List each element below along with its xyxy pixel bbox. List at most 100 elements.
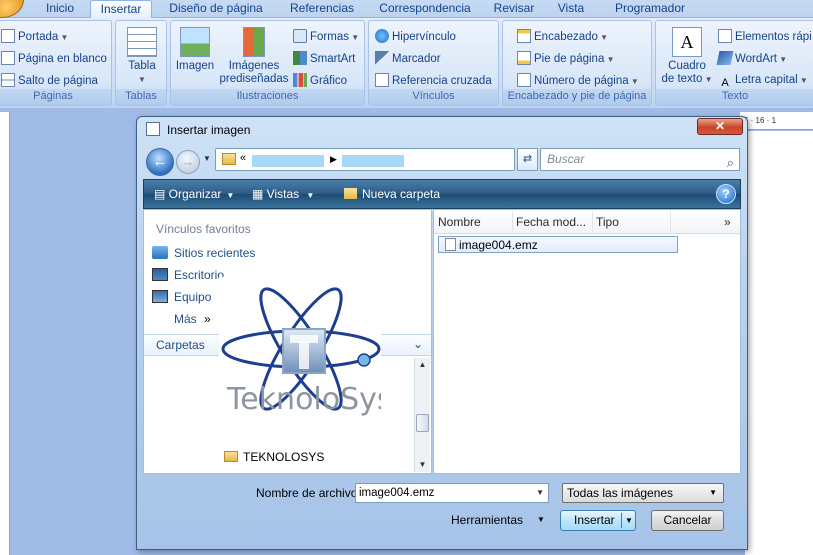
document-page[interactable] bbox=[745, 131, 813, 555]
pie-de-pagina-button[interactable]: Pie de página ▼ bbox=[517, 51, 614, 67]
office-button[interactable] bbox=[0, 0, 24, 18]
blank-page-icon bbox=[1, 51, 15, 65]
scroll-down-icon[interactable]: ▼ bbox=[415, 458, 430, 472]
group-vinculos: Hipervínculo Marcador Referencia cruzada… bbox=[368, 20, 499, 106]
encabezado-button[interactable]: Encabezado ▼ bbox=[517, 29, 608, 45]
marcador-button[interactable]: Marcador bbox=[375, 51, 441, 66]
pagina-en-blanco-button[interactable]: Página en blanco bbox=[1, 51, 107, 66]
tab-vista[interactable]: Vista bbox=[548, 0, 594, 18]
teknolosys-logo-image: TeknoloSys bbox=[219, 277, 381, 445]
forward-button[interactable]: → bbox=[176, 150, 200, 174]
hipervinculo-button[interactable]: Hipervínculo bbox=[375, 29, 456, 44]
smartart-icon bbox=[293, 51, 307, 65]
scroll-up-icon[interactable]: ▲ bbox=[415, 358, 430, 372]
organizar-label: Organizar bbox=[168, 187, 222, 201]
tab-revisar[interactable]: Revisar bbox=[488, 0, 540, 18]
column-separator[interactable] bbox=[512, 212, 513, 232]
referencia-cruzada-button[interactable]: Referencia cruzada bbox=[375, 73, 492, 88]
letra-capital-label: Letra capital bbox=[735, 74, 798, 86]
folder-tree-scrollbar[interactable]: ▲ ▼ bbox=[414, 358, 430, 472]
cuadro-de-texto-button[interactable]: A Cuadro de texto ▼ bbox=[660, 27, 714, 86]
recent-pages-dropdown[interactable]: ▼ bbox=[203, 154, 211, 163]
tab-programador[interactable]: Programador bbox=[604, 0, 696, 18]
smartart-label: SmartArt bbox=[310, 53, 356, 65]
group-ilustraciones: Imagen Imágenes prediseñadas Formas ▼ Sma… bbox=[170, 20, 365, 106]
table-icon bbox=[127, 27, 157, 57]
favorites-header: Vínculos favoritos bbox=[156, 222, 251, 236]
file-row[interactable]: image004.emz bbox=[438, 236, 678, 253]
back-button[interactable]: ← bbox=[146, 148, 174, 176]
desktop-icon bbox=[152, 268, 168, 281]
encabezado-label: Encabezado bbox=[534, 31, 598, 43]
ribbon: Portada ▼ Página en blanco Salto de pági… bbox=[0, 18, 813, 108]
fav-escritorio[interactable]: Escritorio bbox=[152, 268, 224, 282]
fav-mas[interactable]: Más » bbox=[174, 312, 211, 326]
scroll-thumb[interactable] bbox=[416, 414, 429, 432]
salto-de-pagina-button[interactable]: Salto de página bbox=[1, 73, 98, 88]
column-header-row: Nombre Fecha mod... Tipo » bbox=[434, 210, 740, 234]
smartart-button[interactable]: SmartArt bbox=[293, 51, 355, 66]
search-icon[interactable]: ⌕ bbox=[727, 152, 734, 173]
column-nombre[interactable]: Nombre bbox=[438, 215, 481, 229]
fav-equipo[interactable]: Equipo bbox=[152, 290, 211, 304]
filename-input[interactable]: image004.emz ▼ bbox=[355, 483, 549, 503]
insertar-button[interactable]: Insertar ▼ bbox=[560, 510, 636, 531]
shapes-icon bbox=[293, 29, 307, 43]
dialog-title: Insertar imagen bbox=[167, 123, 251, 137]
dialog-titlebar[interactable]: Insertar imagen ✕ bbox=[137, 117, 747, 143]
imagen-button[interactable]: Imagen bbox=[175, 27, 215, 73]
imagenes-prediseñadas-button[interactable]: Imágenes prediseñadas bbox=[217, 27, 291, 86]
chevron-down-icon[interactable]: ▼ bbox=[625, 511, 633, 530]
tabla-button[interactable]: Tabla ▼ bbox=[122, 27, 162, 86]
file-name: image004.emz bbox=[459, 238, 538, 252]
grafico-button[interactable]: Gráfico bbox=[293, 73, 347, 88]
elementos-rapidos-button[interactable]: Elementos rápi bbox=[718, 29, 812, 44]
portada-button[interactable]: Portada ▼ bbox=[1, 29, 68, 45]
address-segment-2[interactable] bbox=[342, 155, 404, 167]
column-tipo[interactable]: Tipo bbox=[596, 215, 619, 229]
page-break-icon bbox=[1, 73, 15, 87]
tab-diseno-pagina[interactable]: Diseño de página bbox=[162, 0, 270, 18]
chart-icon bbox=[293, 73, 307, 87]
address-bar[interactable]: « ▶ ▼ bbox=[215, 148, 582, 171]
tree-item-teknolosys[interactable]: TEKNOLOSYS bbox=[224, 450, 324, 464]
wordart-button[interactable]: WordArt ▼ bbox=[716, 51, 787, 67]
column-fecha[interactable]: Fecha mod... bbox=[516, 215, 586, 229]
nueva-carpeta-button[interactable]: Nueva carpeta bbox=[344, 187, 440, 201]
wordart-icon bbox=[716, 51, 734, 65]
carpetas-label: Carpetas bbox=[156, 338, 205, 352]
header-icon bbox=[517, 29, 531, 43]
fav-sitios-recientes[interactable]: Sitios recientes bbox=[152, 246, 255, 260]
cancelar-button[interactable]: Cancelar bbox=[651, 510, 724, 531]
tab-insertar[interactable]: Insertar bbox=[90, 0, 152, 19]
fav-label: Equipo bbox=[174, 290, 212, 304]
organizar-button[interactable]: ▤ Organizar ▼ bbox=[154, 187, 234, 201]
file-type-select[interactable]: Todas las imágenes ▼ bbox=[562, 483, 724, 503]
close-button[interactable]: ✕ bbox=[697, 118, 743, 135]
group-texto: A Cuadro de texto ▼ Elementos rápi WordAr… bbox=[655, 20, 813, 106]
column-separator[interactable] bbox=[670, 212, 671, 232]
refresh-button[interactable]: ⇄ bbox=[517, 148, 538, 171]
cuadro-label-2: de texto bbox=[661, 73, 703, 85]
tree-item-label: TEKNOLOSYS bbox=[243, 450, 325, 464]
bookmark-icon bbox=[375, 51, 389, 65]
numero-de-pagina-button[interactable]: Número de página ▼ bbox=[517, 73, 639, 89]
help-button[interactable]: ? bbox=[716, 184, 736, 204]
tab-inicio[interactable]: Inicio bbox=[38, 0, 82, 18]
tab-referencias[interactable]: Referencias bbox=[282, 0, 362, 18]
chevron-down-icon[interactable]: ▼ bbox=[536, 484, 544, 502]
search-input[interactable]: Buscar ⌕ bbox=[540, 148, 740, 171]
more-columns-icon[interactable]: » bbox=[724, 215, 731, 229]
clip-art-icon bbox=[243, 27, 265, 57]
address-segment-1[interactable] bbox=[252, 155, 324, 167]
herramientas-button[interactable]: Herramientas bbox=[451, 513, 523, 527]
tab-correspondencia[interactable]: Correspondencia bbox=[372, 0, 478, 18]
column-separator[interactable] bbox=[592, 212, 593, 232]
portada-label: Portada bbox=[18, 31, 59, 43]
group-label-paginas: Páginas bbox=[0, 89, 111, 105]
formas-button[interactable]: Formas ▼ bbox=[293, 29, 359, 45]
herramientas-dropdown-icon[interactable]: ▼ bbox=[537, 513, 545, 527]
vistas-button[interactable]: ▦ Vistas ▼ bbox=[252, 187, 314, 201]
group-paginas: Portada ▼ Página en blanco Salto de pági… bbox=[0, 20, 112, 106]
address-prefix: « bbox=[240, 152, 247, 164]
